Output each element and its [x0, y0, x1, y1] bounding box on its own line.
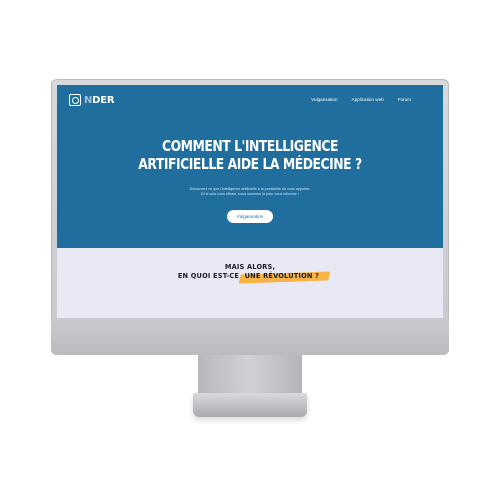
monitor-chin: [51, 318, 449, 355]
nav-link-forum[interactable]: Forum: [398, 97, 411, 102]
hero-title: COMMENT L'INTELLIGENCE ARTIFICIELLE AIDE…: [96, 137, 405, 173]
site-logo[interactable]: NDER: [69, 94, 115, 106]
vulgarisation-button[interactable]: Vulgarisation: [227, 210, 273, 223]
logo-text: NDER: [84, 94, 115, 106]
hero-subtitle: Découvrez ce que l'intelligence artifici…: [57, 187, 443, 197]
hero-title-line-2: ARTIFICIELLE AIDE LA MÉDECINE ?: [138, 155, 362, 173]
monitor-stand-base: [193, 393, 307, 417]
monitor-screen: NDER Vulgarisation Application web Forum…: [57, 85, 443, 318]
section-title-highlight-text: UNE RÉVOLUTION ?: [244, 272, 320, 280]
main-nav: Vulgarisation Application web Forum: [311, 97, 411, 102]
logo-prefix: N: [84, 94, 93, 106]
nav-link-application-web[interactable]: Application web: [352, 97, 384, 102]
monitor-stand-neck: [198, 355, 302, 396]
hero-title-line-1: COMMENT L'INTELLIGENCE: [161, 137, 339, 155]
section-title-line-1: MAIS ALORS,: [224, 263, 276, 271]
logo-icon: [69, 94, 81, 106]
hero-subtitle-line-2: Et si cela vous effraie, nous sommes là …: [201, 192, 299, 196]
hero-section: NDER Vulgarisation Application web Forum…: [57, 85, 443, 248]
section-title-line-2-prefix: EN QUOI EST-CE: [177, 272, 242, 280]
logo-suffix: DER: [92, 94, 115, 106]
section-title-highlight: UNE RÉVOLUTION ?: [242, 272, 323, 281]
nav-link-vulgarisation[interactable]: Vulgarisation: [311, 97, 337, 102]
section-title: MAIS ALORS, EN QUOI EST-CE UNE RÉVOLUTIO…: [57, 263, 443, 281]
hero-subtitle-line-1: Découvrez ce que l'intelligence artifici…: [189, 187, 311, 191]
